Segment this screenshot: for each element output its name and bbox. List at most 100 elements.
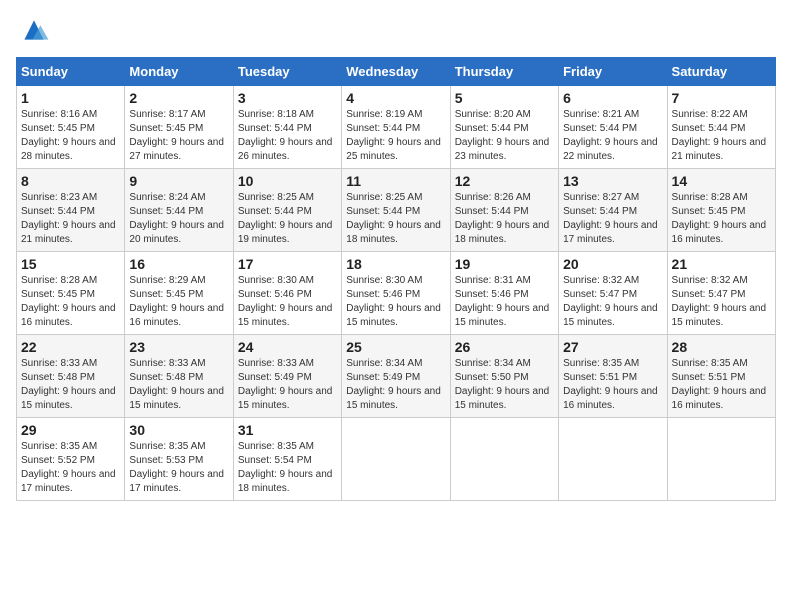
calendar-cell: 28 Sunrise: 8:35 AMSunset: 5:51 PMDayligh… bbox=[667, 335, 775, 418]
day-detail: Sunrise: 8:33 AMSunset: 5:48 PMDaylight:… bbox=[129, 357, 228, 413]
day-detail: Sunrise: 8:27 AMSunset: 5:44 PMDaylight:… bbox=[563, 191, 662, 247]
calendar-cell: 22 Sunrise: 8:33 AMSunset: 5:48 PMDayligh… bbox=[17, 335, 125, 418]
calendar-cell: 15 Sunrise: 8:28 AMSunset: 5:45 PMDayligh… bbox=[17, 252, 125, 335]
week-row-5: 29 Sunrise: 8:35 AMSunset: 5:52 PMDayligh… bbox=[17, 418, 776, 501]
calendar-cell: 14 Sunrise: 8:28 AMSunset: 5:45 PMDayligh… bbox=[667, 169, 775, 252]
week-row-4: 22 Sunrise: 8:33 AMSunset: 5:48 PMDayligh… bbox=[17, 335, 776, 418]
header-cell-saturday: Saturday bbox=[667, 58, 775, 86]
day-number: 31 bbox=[238, 422, 337, 438]
calendar-table: SundayMondayTuesdayWednesdayThursdayFrid… bbox=[16, 57, 776, 501]
day-detail: Sunrise: 8:32 AMSunset: 5:47 PMDaylight:… bbox=[563, 274, 662, 330]
day-number: 26 bbox=[455, 339, 554, 355]
calendar-cell: 12Sunrise: 8:26 AMSunset: 5:44 PMDayligh… bbox=[450, 169, 558, 252]
day-detail: Sunrise: 8:24 AMSunset: 5:44 PMDaylight:… bbox=[129, 191, 228, 247]
day-detail: Sunrise: 8:25 AMSunset: 5:44 PMDaylight:… bbox=[238, 191, 337, 247]
calendar-cell: 31Sunrise: 8:35 AMSunset: 5:54 PMDayligh… bbox=[233, 418, 341, 501]
day-number: 20 bbox=[563, 256, 662, 272]
day-detail: Sunrise: 8:34 AMSunset: 5:50 PMDaylight:… bbox=[455, 357, 554, 413]
day-number: 16 bbox=[129, 256, 228, 272]
calendar-cell bbox=[342, 418, 450, 501]
calendar-cell: 17 Sunrise: 8:30 AMSunset: 5:46 PMDayligh… bbox=[233, 252, 341, 335]
day-detail: Sunrise: 8:31 AMSunset: 5:46 PMDaylight:… bbox=[455, 274, 554, 330]
day-number: 1 bbox=[21, 90, 120, 106]
header-cell-friday: Friday bbox=[559, 58, 667, 86]
day-detail: Sunrise: 8:28 AMSunset: 5:45 PMDaylight:… bbox=[672, 191, 771, 247]
calendar-cell: 30 Sunrise: 8:35 AMSunset: 5:53 PMDayligh… bbox=[125, 418, 233, 501]
day-detail: Sunrise: 8:22 AMSunset: 5:44 PMDaylight:… bbox=[672, 108, 771, 164]
day-detail: Sunrise: 8:30 AMSunset: 5:46 PMDaylight:… bbox=[238, 274, 337, 330]
calendar-body: 1 Sunrise: 8:16 AMSunset: 5:45 PMDaylight… bbox=[17, 86, 776, 501]
calendar-cell: 7 Sunrise: 8:22 AMSunset: 5:44 PMDaylight… bbox=[667, 86, 775, 169]
day-detail: Sunrise: 8:32 AMSunset: 5:47 PMDaylight:… bbox=[672, 274, 771, 330]
calendar-cell bbox=[450, 418, 558, 501]
calendar-cell: 9Sunrise: 8:24 AMSunset: 5:44 PMDaylight… bbox=[125, 169, 233, 252]
day-number: 7 bbox=[672, 90, 771, 106]
day-detail: Sunrise: 8:19 AMSunset: 5:44 PMDaylight:… bbox=[346, 108, 445, 164]
calendar-cell: 29 Sunrise: 8:35 AMSunset: 5:52 PMDayligh… bbox=[17, 418, 125, 501]
day-detail: Sunrise: 8:30 AMSunset: 5:46 PMDaylight:… bbox=[346, 274, 445, 330]
calendar-cell: 5 Sunrise: 8:20 AMSunset: 5:44 PMDaylight… bbox=[450, 86, 558, 169]
calendar-header: SundayMondayTuesdayWednesdayThursdayFrid… bbox=[17, 58, 776, 86]
day-number: 28 bbox=[672, 339, 771, 355]
calendar-cell: 26 Sunrise: 8:34 AMSunset: 5:50 PMDayligh… bbox=[450, 335, 558, 418]
day-detail: Sunrise: 8:35 AMSunset: 5:53 PMDaylight:… bbox=[129, 440, 228, 496]
calendar-cell bbox=[667, 418, 775, 501]
calendar-cell: 13 Sunrise: 8:27 AMSunset: 5:44 PMDayligh… bbox=[559, 169, 667, 252]
day-detail: Sunrise: 8:33 AMSunset: 5:48 PMDaylight:… bbox=[21, 357, 120, 413]
calendar-cell: 25 Sunrise: 8:34 AMSunset: 5:49 PMDayligh… bbox=[342, 335, 450, 418]
calendar-cell: 24Sunrise: 8:33 AMSunset: 5:49 PMDayligh… bbox=[233, 335, 341, 418]
day-detail: Sunrise: 8:17 AMSunset: 5:45 PMDaylight:… bbox=[129, 108, 228, 164]
day-detail: Sunrise: 8:25 AMSunset: 5:44 PMDaylight:… bbox=[346, 191, 445, 247]
day-number: 25 bbox=[346, 339, 445, 355]
day-number: 11 bbox=[346, 173, 445, 189]
day-number: 17 bbox=[238, 256, 337, 272]
day-detail: Sunrise: 8:23 AMSunset: 5:44 PMDaylight:… bbox=[21, 191, 120, 247]
day-detail: Sunrise: 8:35 AMSunset: 5:51 PMDaylight:… bbox=[563, 357, 662, 413]
day-number: 8 bbox=[21, 173, 120, 189]
day-detail: Sunrise: 8:33 AMSunset: 5:49 PMDaylight:… bbox=[238, 357, 337, 413]
calendar-cell: 20 Sunrise: 8:32 AMSunset: 5:47 PMDayligh… bbox=[559, 252, 667, 335]
day-detail: Sunrise: 8:21 AMSunset: 5:44 PMDaylight:… bbox=[563, 108, 662, 164]
calendar-cell bbox=[559, 418, 667, 501]
day-detail: Sunrise: 8:26 AMSunset: 5:44 PMDaylight:… bbox=[455, 191, 554, 247]
week-row-3: 15 Sunrise: 8:28 AMSunset: 5:45 PMDayligh… bbox=[17, 252, 776, 335]
day-number: 18 bbox=[346, 256, 445, 272]
calendar-cell: 3Sunrise: 8:18 AMSunset: 5:44 PMDaylight… bbox=[233, 86, 341, 169]
day-number: 29 bbox=[21, 422, 120, 438]
calendar-cell: 16 Sunrise: 8:29 AMSunset: 5:45 PMDayligh… bbox=[125, 252, 233, 335]
day-number: 19 bbox=[455, 256, 554, 272]
header-cell-monday: Monday bbox=[125, 58, 233, 86]
header-cell-tuesday: Tuesday bbox=[233, 58, 341, 86]
header-cell-sunday: Sunday bbox=[17, 58, 125, 86]
day-number: 21 bbox=[672, 256, 771, 272]
header-row: SundayMondayTuesdayWednesdayThursdayFrid… bbox=[17, 58, 776, 86]
week-row-1: 1 Sunrise: 8:16 AMSunset: 5:45 PMDaylight… bbox=[17, 86, 776, 169]
day-detail: Sunrise: 8:35 AMSunset: 5:51 PMDaylight:… bbox=[672, 357, 771, 413]
day-number: 30 bbox=[129, 422, 228, 438]
day-number: 14 bbox=[672, 173, 771, 189]
calendar-cell: 27 Sunrise: 8:35 AMSunset: 5:51 PMDayligh… bbox=[559, 335, 667, 418]
day-number: 27 bbox=[563, 339, 662, 355]
calendar-cell: 23Sunrise: 8:33 AMSunset: 5:48 PMDayligh… bbox=[125, 335, 233, 418]
day-detail: Sunrise: 8:29 AMSunset: 5:45 PMDaylight:… bbox=[129, 274, 228, 330]
header-cell-thursday: Thursday bbox=[450, 58, 558, 86]
calendar-cell: 11 Sunrise: 8:25 AMSunset: 5:44 PMDayligh… bbox=[342, 169, 450, 252]
logo-icon bbox=[18, 16, 50, 44]
day-number: 6 bbox=[563, 90, 662, 106]
day-detail: Sunrise: 8:28 AMSunset: 5:45 PMDaylight:… bbox=[21, 274, 120, 330]
day-number: 10 bbox=[238, 173, 337, 189]
day-number: 3 bbox=[238, 90, 337, 106]
header-cell-wednesday: Wednesday bbox=[342, 58, 450, 86]
calendar-cell: 4Sunrise: 8:19 AMSunset: 5:44 PMDaylight… bbox=[342, 86, 450, 169]
day-number: 13 bbox=[563, 173, 662, 189]
day-detail: Sunrise: 8:16 AMSunset: 5:45 PMDaylight:… bbox=[21, 108, 120, 164]
day-detail: Sunrise: 8:34 AMSunset: 5:49 PMDaylight:… bbox=[346, 357, 445, 413]
day-number: 5 bbox=[455, 90, 554, 106]
calendar-cell: 2 Sunrise: 8:17 AMSunset: 5:45 PMDaylight… bbox=[125, 86, 233, 169]
calendar-cell: 21 Sunrise: 8:32 AMSunset: 5:47 PMDayligh… bbox=[667, 252, 775, 335]
day-detail: Sunrise: 8:35 AMSunset: 5:52 PMDaylight:… bbox=[21, 440, 120, 496]
day-number: 2 bbox=[129, 90, 228, 106]
day-number: 15 bbox=[21, 256, 120, 272]
day-detail: Sunrise: 8:20 AMSunset: 5:44 PMDaylight:… bbox=[455, 108, 554, 164]
day-number: 22 bbox=[21, 339, 120, 355]
